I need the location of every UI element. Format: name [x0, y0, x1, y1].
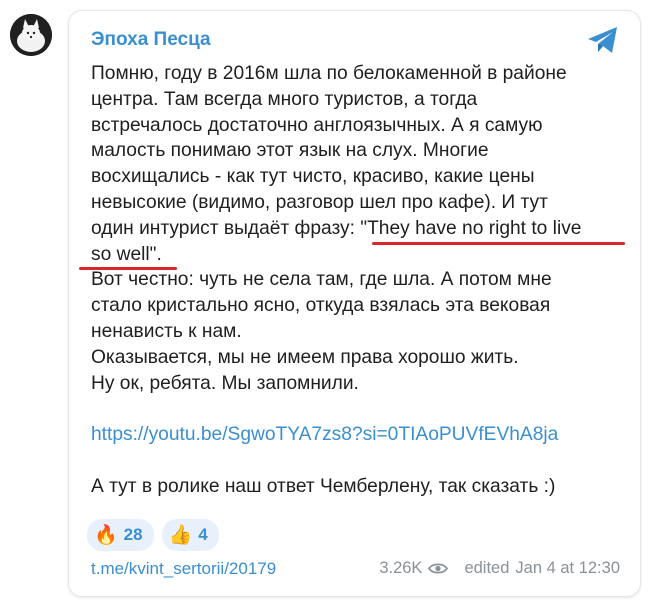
red-underline-highlight: [79, 267, 177, 270]
views-count: 3.26K: [379, 559, 423, 577]
video-link[interactable]: https://youtu.be/SgwoTYA7zs8?si=0TIAoPUV…: [91, 422, 631, 448]
text-line: Помню, году в 2016м шла по белокаменной …: [91, 63, 567, 84]
thumbs-up-icon: 👍: [168, 525, 193, 546]
post-link[interactable]: t.me/kvint_sertorii/20179: [91, 559, 276, 579]
fire-icon: 🔥: [94, 525, 118, 546]
red-underline-highlight: [372, 242, 625, 245]
reaction-fire[interactable]: 🔥 28: [87, 519, 154, 551]
reaction-count: 28: [123, 525, 143, 544]
closing-line: А тут в ролике наш ответ Чемберлену, так…: [91, 475, 556, 497]
text-line: центра. Там всегда много туристов, а тог…: [91, 88, 478, 110]
reaction-count: 4: [198, 525, 208, 544]
blank-line: ​: [91, 448, 631, 474]
post-date: Jan 4 at 12:30: [515, 559, 620, 577]
message-text: Помню, году в 2016м шла по белокаменной …: [91, 61, 631, 500]
edited-label: edited: [464, 559, 510, 577]
reaction-thumbs-up[interactable]: 👍 4: [161, 519, 219, 551]
telegram-share-icon[interactable]: [586, 25, 620, 55]
eye-icon: [428, 563, 449, 574]
channel-avatar[interactable]: [10, 14, 52, 56]
post-meta: 3.26K edited Jan 4 at 12:30: [379, 559, 620, 578]
text-line: малость понимаю этот язык на слух. Многи…: [91, 140, 489, 162]
text-line: стало кристально ясно, откуда взялась эт…: [91, 295, 551, 317]
blank-line: ​: [91, 396, 631, 422]
text-line: Ну ок, ребята. Мы запомнили.: [91, 372, 359, 394]
text-line: Вот честно: чуть не села там, где шла. А…: [91, 269, 552, 291]
text-line: so well".: [91, 243, 162, 265]
text-line: ненависть к нам.: [91, 320, 242, 342]
message-card: Эпоха Песца Помню, году в 2016м шла по б…: [68, 10, 641, 597]
channel-name[interactable]: Эпоха Песца: [91, 29, 211, 51]
text-line: один интурист выдаёт фразу: "They have n…: [91, 217, 582, 239]
text-line: встречалось достаточно англоязычных. А я…: [91, 114, 543, 136]
text-line: Оказывается, мы не имеем права хорошо жи…: [91, 346, 519, 368]
text-line: невысокие (видимо, разговор шел про кафе…: [91, 191, 548, 213]
reactions-bar: 🔥 28 👍 4: [87, 519, 219, 551]
text-line: восхищались - как тут чисто, красиво, ка…: [91, 166, 535, 188]
